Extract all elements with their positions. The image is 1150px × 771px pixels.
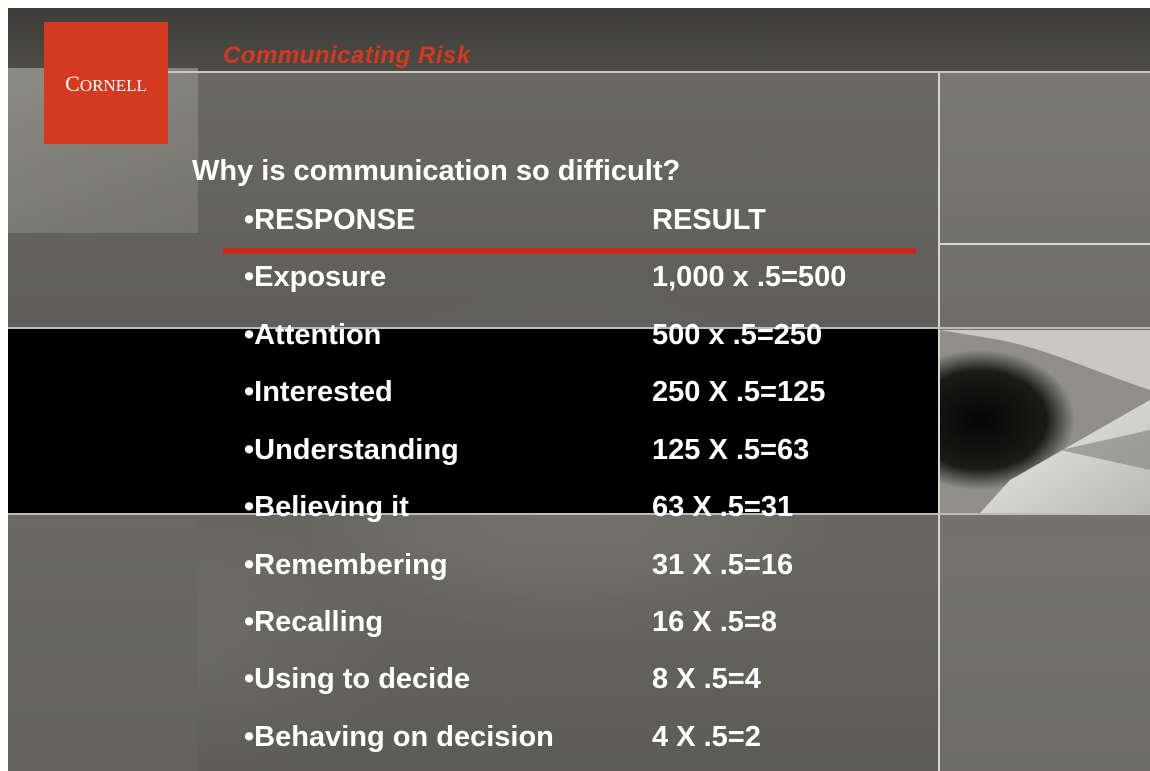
table-row: •Believing it 63 X .5=31 <box>244 491 944 531</box>
response-cell: •Interested <box>244 376 393 408</box>
table-row: •Recalling 16 X .5=8 <box>244 606 944 646</box>
result-cell: 125 X .5=63 <box>652 434 810 466</box>
table-row: •Interested 250 X .5=125 <box>244 376 944 416</box>
table-row: •Attention 500 x .5=250 <box>244 319 944 359</box>
response-cell: •Remembering <box>244 549 448 581</box>
result-cell: 31 X .5=16 <box>652 549 794 581</box>
photo-image <box>940 330 1150 513</box>
header-underline <box>223 248 916 254</box>
logo-rest: ORNELL <box>79 76 147 95</box>
column-header-result: RESULT <box>652 204 766 236</box>
top-band <box>8 8 1150 71</box>
table-row: •Remembering 31 X .5=16 <box>244 549 944 589</box>
slide-question: Why is communication so difficult? <box>192 155 681 187</box>
result-cell: 63 X .5=31 <box>652 491 794 523</box>
response-cell: •Using to decide <box>244 663 471 695</box>
response-cell: •Understanding <box>244 434 459 466</box>
table-row: •Using to decide 8 X .5=4 <box>244 663 944 703</box>
response-cell: •Recalling <box>244 606 384 638</box>
column-header-response: •RESPONSE <box>244 204 416 236</box>
table-row: •Behaving on decision 4 X .5=2 <box>244 721 944 761</box>
logo-initial: C <box>65 71 80 96</box>
cornell-logo: CORNELL <box>44 22 168 144</box>
header-rule <box>168 71 1150 73</box>
slide: CORNELL Communicating Risk Why is commun… <box>8 8 1150 771</box>
background-tile <box>8 513 198 771</box>
result-cell: 500 x .5=250 <box>652 319 823 351</box>
response-cell: •Attention <box>244 319 382 351</box>
result-cell: 16 X .5=8 <box>652 606 777 638</box>
result-cell: 8 X .5=4 <box>652 663 761 695</box>
table-row: •Understanding 125 X .5=63 <box>244 434 944 474</box>
response-cell: •Believing it <box>244 491 409 523</box>
divider <box>940 243 1150 245</box>
response-cell: •Exposure <box>244 261 387 293</box>
result-cell: 4 X .5=2 <box>652 721 761 753</box>
logo-text: CORNELL <box>65 71 147 97</box>
result-cell: 1,000 x .5=500 <box>652 261 847 293</box>
result-cell: 250 X .5=125 <box>652 376 826 408</box>
table-header-row: •RESPONSE RESULT <box>244 204 944 244</box>
table-row: •Exposure 1,000 x .5=500 <box>244 261 944 301</box>
response-cell: •Behaving on decision <box>244 721 554 753</box>
header-title: Communicating Risk <box>223 42 471 69</box>
